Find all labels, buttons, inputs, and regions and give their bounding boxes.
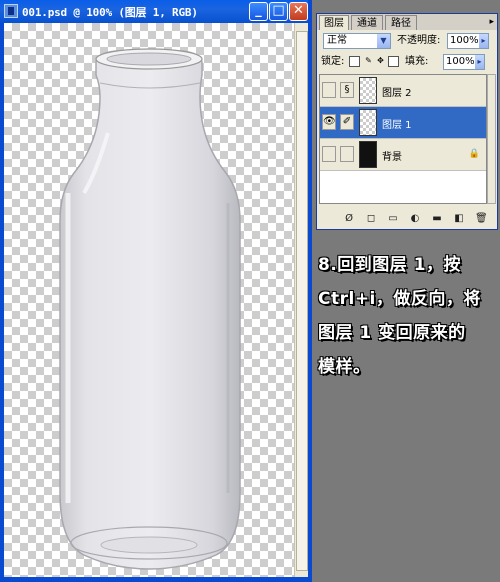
lock-row: 锁定: ✎ ✥ 填充: 100% ▸ xyxy=(321,54,495,70)
glass-bottle-image xyxy=(59,48,241,570)
scrollbar-thumb[interactable] xyxy=(296,31,308,571)
lock-move-icon[interactable]: ✥ xyxy=(375,56,386,67)
lock-all-icon[interactable] xyxy=(388,56,399,67)
instruction-line-4: 模样。 xyxy=(318,357,371,377)
layer-row-background[interactable]: 背景 🔒 xyxy=(320,139,486,171)
window-border-right xyxy=(308,0,312,582)
instruction-text: 8.回到图层 1，按 Ctrl+i，做反向，将 图层 1 变回原来的 模样。 xyxy=(318,248,498,384)
instruction-line-1: 8.回到图层 1，按 xyxy=(318,255,462,275)
chevron-right-icon: ▸ xyxy=(475,55,484,69)
tab-channels[interactable]: 通道 xyxy=(351,15,383,30)
layer-style-icon[interactable]: Ø xyxy=(343,213,355,225)
trash-icon[interactable]: 🗑 xyxy=(475,213,488,225)
visibility-toggle-icon[interactable] xyxy=(322,82,336,98)
window-border-bottom xyxy=(0,577,312,582)
maximize-button[interactable]: □ xyxy=(269,2,288,21)
window-title: 001.psd @ 100% (图层 1, RGB) xyxy=(22,6,198,19)
palette-menu-icon[interactable]: ▸ xyxy=(489,17,494,27)
palette-tabs: 图层 通道 路径 ▸ xyxy=(317,14,497,30)
opacity-value: 100% xyxy=(450,35,479,46)
canvas[interactable] xyxy=(4,23,294,577)
link-icon[interactable] xyxy=(340,146,354,162)
fill-label: 填充: xyxy=(405,56,429,67)
lock-transparency-icon[interactable] xyxy=(349,56,360,67)
palette-bottom-bar: Ø ◻ ▭ ◐ ▬ ◧ 🗑 xyxy=(317,211,497,229)
mask-icon[interactable]: ◻ xyxy=(365,213,377,225)
layer-row-1[interactable]: 👁 ✐ 图层 1 xyxy=(320,107,486,139)
layer-name: 图层 2 xyxy=(382,88,412,99)
visibility-toggle-icon[interactable] xyxy=(322,146,336,162)
brush-icon[interactable]: ✐ xyxy=(340,114,354,130)
layer-thumbnail xyxy=(359,141,377,168)
vertical-scrollbar[interactable] xyxy=(294,23,309,577)
opacity-field[interactable]: 100% ▸ xyxy=(447,33,489,49)
layer-name: 背景 xyxy=(382,152,402,163)
layers-list: § 图层 2 👁 ✐ 图层 1 背景 🔒 xyxy=(319,74,487,204)
tab-layers[interactable]: 图层 xyxy=(319,15,349,30)
layer-thumbnail xyxy=(359,109,377,136)
tab-paths[interactable]: 路径 xyxy=(385,15,417,30)
link-chain-icon[interactable]: § xyxy=(340,82,354,98)
adjustment-icon[interactable]: ◐ xyxy=(409,213,421,225)
blend-opacity-row: 正常 ▼ 不透明度: 100% ▸ xyxy=(321,33,495,51)
layers-palette: 图层 通道 路径 ▸ 正常 ▼ 不透明度: 100% ▸ 锁定: ✎ ✥ 填充:… xyxy=(316,13,498,230)
layers-scrollbar[interactable] xyxy=(487,74,496,204)
instruction-line-3: 图层 1 变回原来的 xyxy=(318,323,466,343)
chevron-right-icon: ▸ xyxy=(479,34,488,48)
eye-icon[interactable]: 👁 xyxy=(322,114,336,130)
instruction-line-2: Ctrl+i，做反向，将 xyxy=(318,289,481,309)
group-icon[interactable]: ▭ xyxy=(387,213,399,225)
lock-icon: 🔒 xyxy=(468,149,480,159)
opacity-label: 不透明度: xyxy=(397,35,441,46)
chevron-down-icon: ▼ xyxy=(377,34,390,48)
blend-mode-select[interactable]: 正常 ▼ xyxy=(323,33,391,49)
minimize-button[interactable]: _ xyxy=(249,2,268,21)
blend-mode-value: 正常 xyxy=(327,35,347,46)
title-bar[interactable]: 001.psd @ 100% (图层 1, RGB) _ □ ✕ xyxy=(0,0,312,23)
new-layer-icon[interactable]: ◧ xyxy=(453,213,465,225)
document-window: 001.psd @ 100% (图层 1, RGB) _ □ ✕ xyxy=(0,0,312,582)
photoshop-doc-icon[interactable] xyxy=(4,4,18,18)
close-button[interactable]: ✕ xyxy=(289,2,308,21)
layer-row-2[interactable]: § 图层 2 xyxy=(320,75,486,107)
lock-paint-icon[interactable]: ✎ xyxy=(363,56,374,67)
folder-icon[interactable]: ▬ xyxy=(431,213,443,225)
lock-label: 锁定: xyxy=(321,56,345,67)
fill-value: 100% xyxy=(446,56,475,67)
fill-field[interactable]: 100% ▸ xyxy=(443,54,485,70)
layer-name: 图层 1 xyxy=(382,120,412,131)
layer-thumbnail xyxy=(359,77,377,104)
